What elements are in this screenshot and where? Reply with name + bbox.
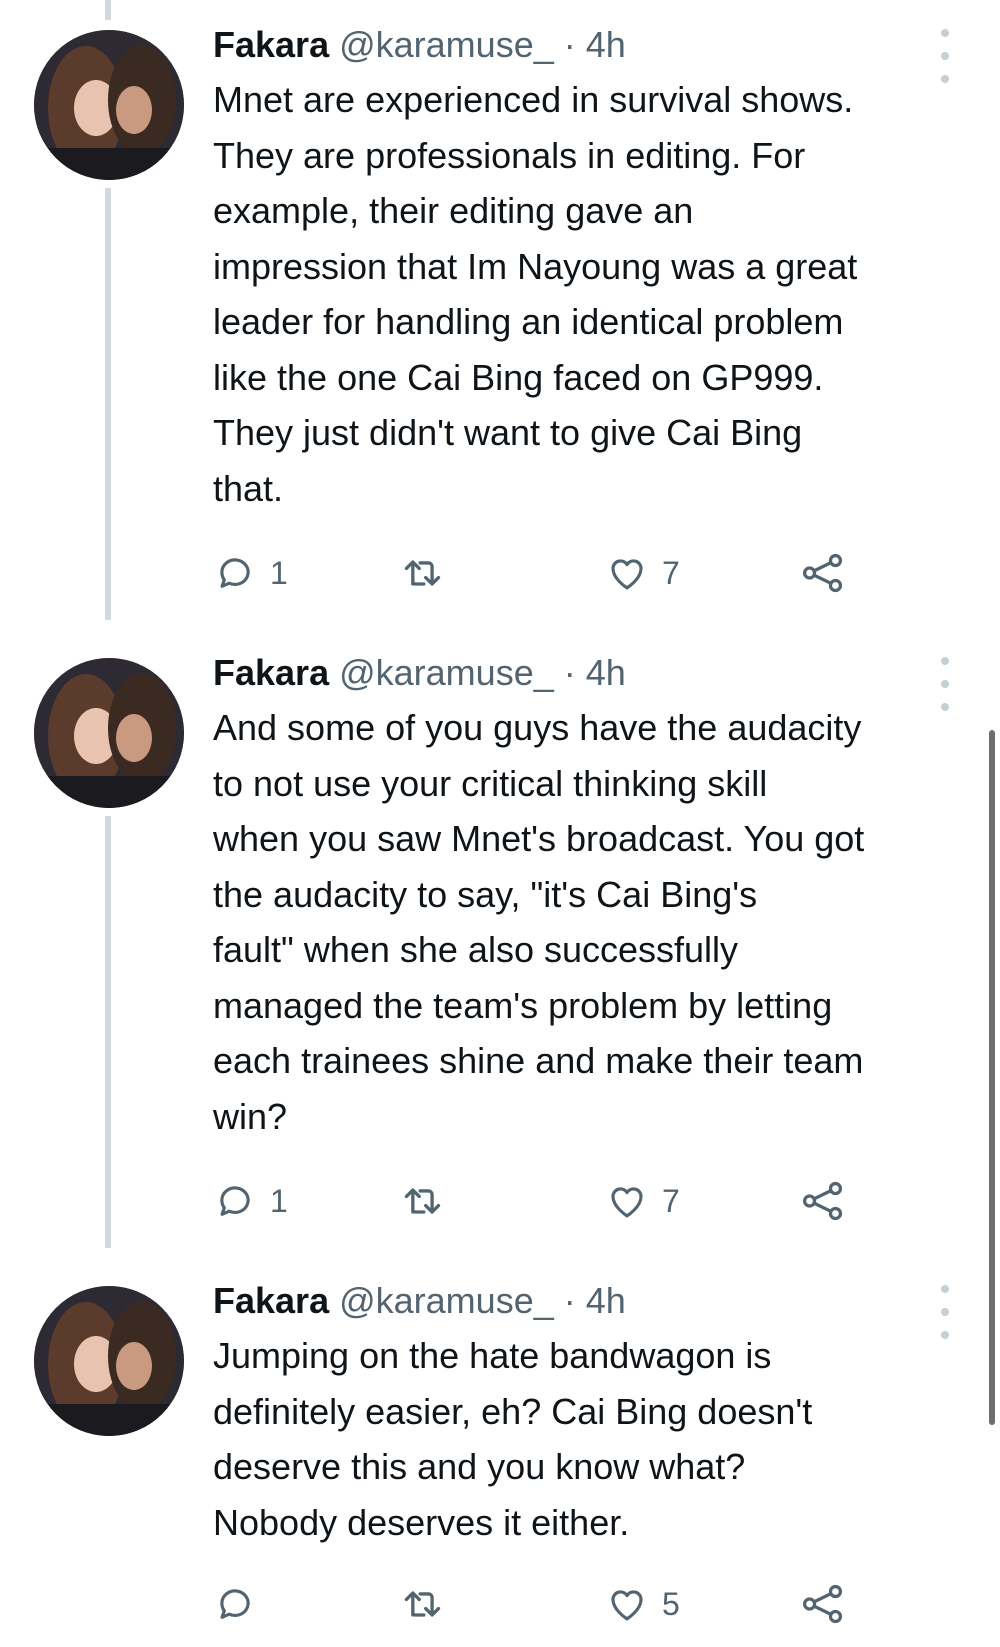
- retweet-button[interactable]: [400, 543, 444, 603]
- timestamp[interactable]: 4h: [586, 1280, 626, 1321]
- separator: ·: [563, 24, 576, 65]
- avatar-image: [34, 30, 184, 180]
- share-icon: [802, 1181, 843, 1221]
- reply-count: 1: [270, 554, 288, 591]
- heart-icon: [611, 559, 643, 590]
- avatar[interactable]: [34, 658, 184, 808]
- avatar[interactable]: [34, 1286, 184, 1436]
- author-handle[interactable]: @karamuse_: [339, 24, 554, 65]
- reply-icon: [220, 1186, 250, 1216]
- tweet-text: Jumping on the hate bandwagon is definit…: [213, 1335, 813, 1543]
- reply-icon: [220, 558, 250, 588]
- like-count: 5: [662, 1585, 680, 1622]
- thread-line: [105, 0, 111, 20]
- timestamp[interactable]: 4h: [586, 24, 626, 65]
- share-button[interactable]: [800, 1574, 846, 1634]
- reply-count: 1: [270, 1182, 288, 1219]
- avatar-image: [34, 1286, 184, 1436]
- like-button[interactable]: 7: [606, 543, 680, 603]
- separator: ·: [563, 1280, 576, 1321]
- share-button[interactable]: [800, 1171, 846, 1231]
- retweet-icon: [404, 1188, 441, 1214]
- author-name[interactable]: Fakara: [213, 24, 329, 65]
- thread-line: [105, 816, 111, 1248]
- tweet-text: Mnet are experienced in survival shows. …: [213, 79, 858, 509]
- author-handle[interactable]: @karamuse_: [339, 1280, 554, 1321]
- separator: ·: [563, 652, 576, 693]
- author-name[interactable]: Fakara: [213, 1280, 329, 1321]
- reply-icon: [220, 1589, 250, 1619]
- tweet-header: Fakara @karamuse_ · 4h: [213, 1276, 626, 1326]
- avatar-image: [34, 658, 184, 808]
- tweet-header: Fakara @karamuse_ · 4h: [213, 20, 626, 70]
- tweet-actions: 1 7: [0, 1171, 1000, 1231]
- reply-button[interactable]: 1: [214, 1171, 288, 1231]
- heart-icon: [611, 1590, 643, 1621]
- timestamp[interactable]: 4h: [586, 652, 626, 693]
- reply-button[interactable]: 1: [214, 543, 288, 603]
- author-handle[interactable]: @karamuse_: [339, 652, 554, 693]
- scrollbar[interactable]: [989, 730, 995, 1425]
- thread-line: [105, 188, 111, 620]
- like-count: 7: [662, 554, 680, 591]
- retweet-button[interactable]: [400, 1171, 444, 1231]
- heart-icon: [611, 1187, 643, 1218]
- share-button[interactable]: [800, 543, 846, 603]
- tweet-text: And some of you guys have the audacity t…: [213, 707, 865, 1137]
- like-button[interactable]: 5: [606, 1574, 680, 1634]
- avatar[interactable]: [34, 30, 184, 180]
- retweet-icon: [404, 1591, 441, 1617]
- retweet-button[interactable]: [400, 1574, 444, 1634]
- tweet-actions: 5: [0, 1574, 1000, 1634]
- tweet-actions: 1 7: [0, 543, 1000, 603]
- author-name[interactable]: Fakara: [213, 652, 329, 693]
- share-icon: [802, 553, 843, 593]
- retweet-icon: [404, 560, 441, 586]
- like-button[interactable]: 7: [606, 1171, 680, 1231]
- like-count: 7: [662, 1182, 680, 1219]
- tweet-header: Fakara @karamuse_ · 4h: [213, 648, 626, 698]
- reply-button[interactable]: [214, 1574, 270, 1634]
- share-icon: [802, 1584, 843, 1624]
